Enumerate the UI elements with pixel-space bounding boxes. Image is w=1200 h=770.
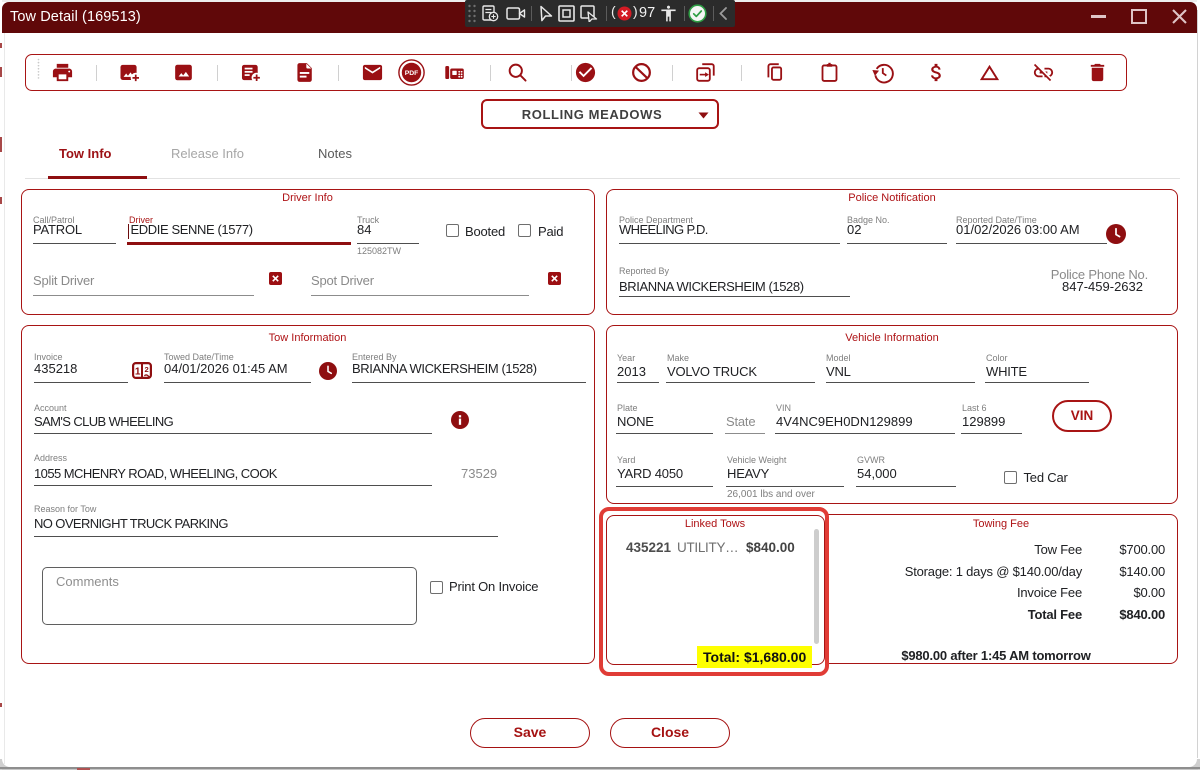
svg-text:1: 1 — [135, 367, 141, 378]
svg-text:PDF: PDF — [405, 70, 419, 77]
svg-text:2: 2 — [144, 365, 148, 374]
